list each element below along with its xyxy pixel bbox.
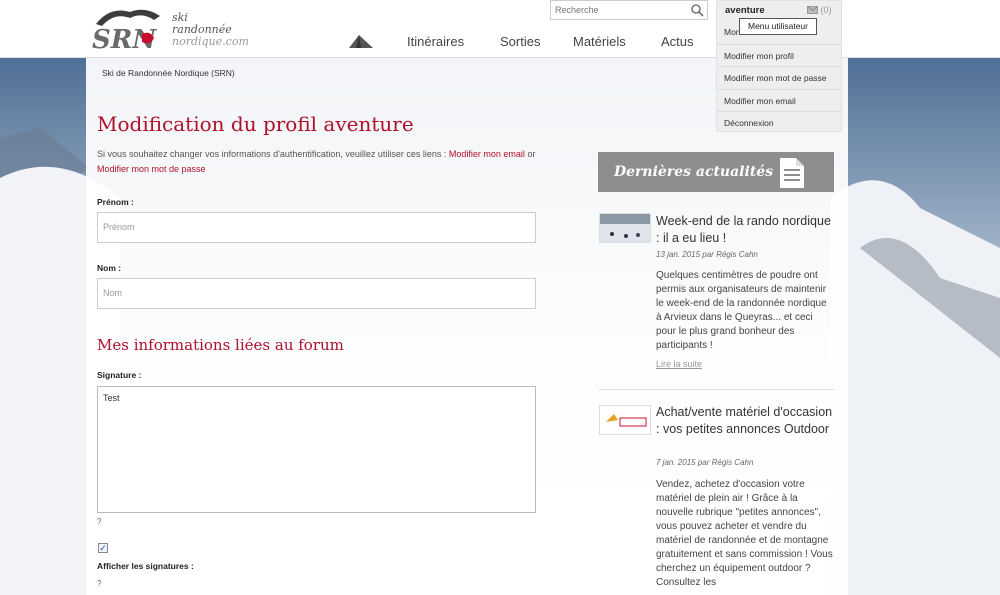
site-tagline: ski randonnée nordique.com bbox=[172, 12, 249, 48]
news-meta: 13 jan. 2015 par Régis Cahn bbox=[656, 250, 758, 259]
signature-help[interactable]: ? bbox=[97, 517, 101, 526]
document-icon bbox=[778, 156, 806, 192]
news-date: 7 jan. 2015 bbox=[656, 458, 696, 467]
firstname-label: Prénom : bbox=[97, 197, 134, 207]
menu-edit-profile[interactable]: Modifier mon profil bbox=[717, 44, 841, 66]
forum-section-title: Mes informations liées au forum bbox=[97, 336, 344, 354]
news-thumbnail[interactable] bbox=[599, 213, 651, 243]
signature-label: Signature : bbox=[97, 370, 142, 380]
mail-icon bbox=[807, 6, 818, 14]
news-header-title: Dernières actualités bbox=[614, 164, 774, 180]
news-body: Quelques centimètres de poudre ont permi… bbox=[656, 270, 827, 351]
menu-edit-password[interactable]: Modifier mon mot de passe bbox=[717, 66, 841, 88]
news-author: Régis Cahn bbox=[711, 458, 754, 467]
news-title[interactable]: Achat/vente matériel d'occasion : vos pe… bbox=[656, 404, 836, 438]
mail-count: (0) bbox=[820, 5, 832, 15]
user-menu-tooltip: Menu utilisateur bbox=[739, 18, 817, 35]
news-divider bbox=[599, 389, 834, 390]
page-title: Modification du profil aventure bbox=[97, 112, 414, 136]
lastname-field[interactable]: Nom bbox=[97, 278, 536, 309]
news-meta: 7 jan. 2015 par Régis Cahn bbox=[656, 458, 753, 467]
link-edit-password[interactable]: Modifier mon mot de passe bbox=[97, 164, 206, 174]
nav-sorties[interactable]: Sorties bbox=[500, 34, 540, 49]
site-header: SRN ski randonnée nordique.com Itinérair… bbox=[0, 0, 1000, 58]
menu-logout[interactable]: Déconnexion bbox=[717, 111, 841, 133]
signature-textarea[interactable]: Test bbox=[97, 386, 536, 513]
news-read-more[interactable]: Lire la suite bbox=[656, 359, 702, 369]
show-signatures-label: Afficher les signatures : bbox=[97, 561, 194, 571]
intro-prefix: Si vous souhaitez changer vos informatio… bbox=[97, 149, 449, 159]
search-icon[interactable] bbox=[690, 3, 704, 19]
username[interactable]: aventure bbox=[725, 5, 765, 16]
news-by: par bbox=[702, 250, 714, 259]
news-thumbnail[interactable] bbox=[599, 405, 651, 435]
show-signatures-help[interactable]: ? bbox=[97, 579, 101, 588]
news-by: par bbox=[697, 458, 710, 467]
news-body: Vendez, achetez d'occasion votre matérie… bbox=[656, 479, 833, 588]
news-header: Dernières actualités bbox=[598, 152, 834, 192]
mailbox[interactable]: (0) bbox=[807, 5, 832, 15]
news-author: Régis Cahn bbox=[716, 250, 758, 259]
news-date: 13 jan. 2015 bbox=[656, 250, 701, 259]
intro-or: or bbox=[524, 149, 536, 159]
nav-materiels[interactable]: Matériels bbox=[573, 34, 626, 49]
firstname-field[interactable]: Prénom bbox=[97, 212, 536, 243]
intro-text: Si vous souhaitez changer vos informatio… bbox=[97, 147, 537, 177]
home-tent-icon[interactable] bbox=[347, 33, 375, 51]
breadcrumb[interactable]: Ski de Randonnée Nordique (SRN) bbox=[102, 68, 235, 78]
lastname-label: Nom : bbox=[97, 263, 122, 273]
nav-itineraires[interactable]: Itinéraires bbox=[407, 34, 464, 49]
search-input[interactable] bbox=[551, 1, 683, 19]
news-title[interactable]: Week-end de la rando nordique : il a eu … bbox=[656, 213, 836, 247]
nav-actus[interactable]: Actus bbox=[661, 34, 694, 49]
show-signatures-checkbox[interactable]: ✓ bbox=[98, 543, 108, 553]
search-box bbox=[550, 0, 708, 20]
link-edit-email[interactable]: Modifier mon email bbox=[449, 149, 525, 159]
menu-edit-email[interactable]: Modifier mon email bbox=[717, 89, 841, 111]
tagline-line-3: nordique.com bbox=[172, 35, 249, 48]
